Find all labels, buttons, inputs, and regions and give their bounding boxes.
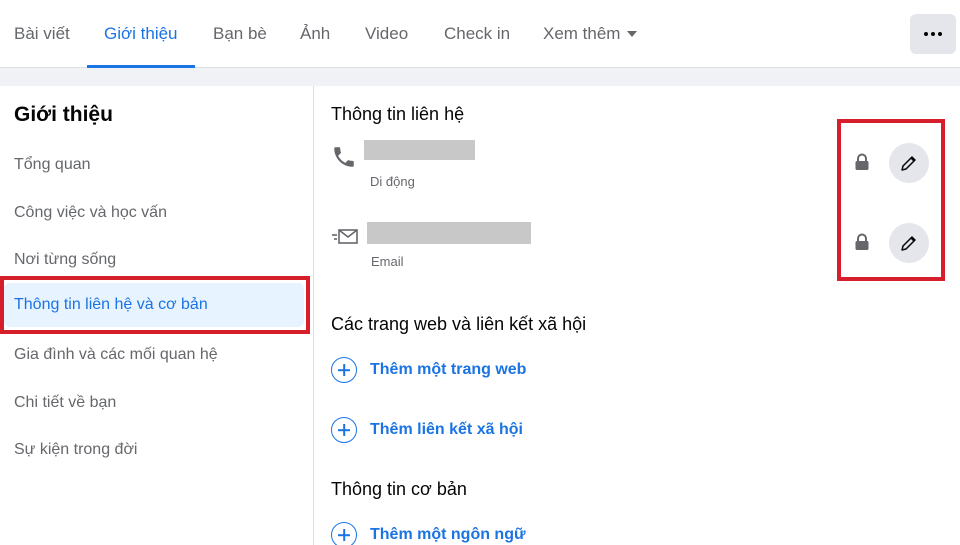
tab-about[interactable]: Giới thiệu [87,0,195,68]
phone-sublabel: Di động [370,174,415,189]
ellipsis-icon [931,32,935,36]
profile-tab-bar: Bài viết Giới thiệu Bạn bè Ảnh Video Che… [0,0,960,68]
ellipsis-icon [938,32,942,36]
tab-see-more[interactable]: Xem thêm [543,0,638,68]
about-card: Giới thiệu Tổng quan Công việc và học vấ… [0,86,960,545]
about-sidebar: Giới thiệu Tổng quan Công việc và học vấ… [0,86,314,545]
highlight-box [0,276,310,334]
sidebar-title: Giới thiệu [14,103,113,126]
about-content: Thông tin liên hệ Di động Email Các tran… [315,86,960,545]
tab-photos[interactable]: Ảnh [300,0,330,68]
plus-circle-icon [331,522,357,545]
tab-label: Giới thiệu [104,24,178,43]
tab-label: Bài viết [14,24,70,43]
tab-label: Xem thêm [543,24,621,43]
sidebar-item-family-relationships[interactable]: Gia đình và các mối quan hệ [14,346,218,364]
add-website-label: Thêm một trang web [370,361,527,378]
envelope-icon [332,229,358,244]
tab-check-in[interactable]: Check in [444,0,510,68]
sidebar-item-overview[interactable]: Tổng quan [14,156,91,174]
tab-label: Ảnh [300,24,331,43]
more-options-button[interactable] [910,14,956,54]
tab-posts[interactable]: Bài viết [14,0,70,68]
add-website-link[interactable]: Thêm một trang web [331,356,526,384]
contact-info-title: Thông tin liên hệ [331,104,465,124]
phone-icon [334,147,354,167]
plus-circle-icon [331,357,357,383]
tab-label: Video [365,24,409,43]
tab-videos[interactable]: Video [365,0,408,68]
plus-circle-icon [331,417,357,443]
sidebar-item-details-about-you[interactable]: Chi tiết về bạn [14,394,116,412]
caret-down-icon [627,31,638,37]
sidebar-item-work-education[interactable]: Công việc và học vấn [14,204,167,222]
add-language-link[interactable]: Thêm một ngôn ngữ [331,521,526,545]
tab-label: Bạn bè [213,24,267,43]
add-social-label: Thêm liên kết xã hội [370,421,523,438]
email-redacted [367,222,531,244]
highlight-box [837,119,945,281]
tab-label: Check in [444,24,511,43]
sidebar-item-places-lived[interactable]: Nơi từng sống [14,251,116,269]
sidebar-item-life-events[interactable]: Sự kiện trong đời [14,441,137,459]
basic-info-title: Thông tin cơ bản [331,479,467,499]
add-social-link[interactable]: Thêm liên kết xã hội [331,416,523,444]
phone-number-redacted [364,140,475,160]
add-language-label: Thêm một ngôn ngữ [370,526,526,543]
tab-friends[interactable]: Bạn bè [213,0,267,68]
websites-social-title: Các trang web và liên kết xã hội [331,314,587,334]
ellipsis-icon [924,32,928,36]
email-sublabel: Email [371,254,404,269]
